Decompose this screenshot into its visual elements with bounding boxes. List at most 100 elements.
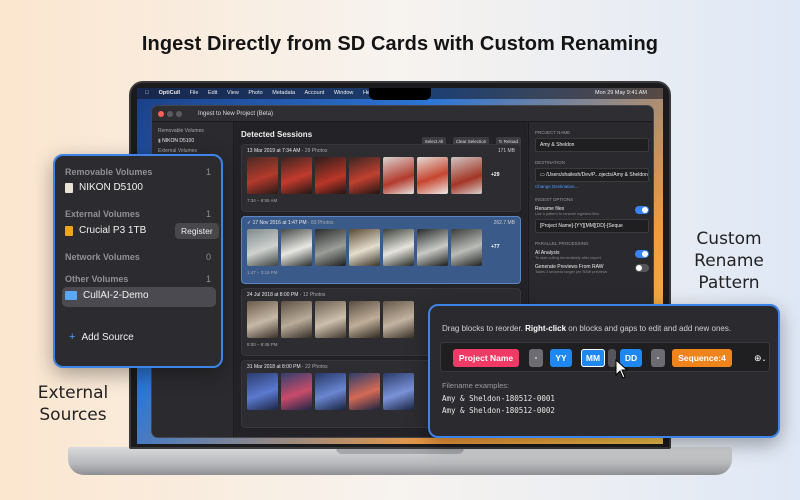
session-count: 29 Photos [304, 148, 328, 154]
ai-analysis-toggle[interactable] [635, 250, 649, 258]
photo-thumbnail[interactable] [281, 373, 312, 410]
filename-examples-label: Filename examples: [442, 381, 510, 390]
custom-rename-callout: Custom Rename Pattern [694, 229, 764, 293]
photo-thumbnail[interactable] [247, 157, 278, 194]
minimize-window-button[interactable] [167, 111, 173, 117]
network-volumes-count: 0 [205, 252, 211, 262]
add-source-button[interactable]: + Add Source [69, 331, 134, 343]
generate-previews-option: Generate Previews From RAW Takes 3 secon… [535, 264, 649, 274]
camera-notch [369, 88, 431, 100]
menu-file[interactable]: File [190, 90, 199, 96]
register-button[interactable]: Register [175, 223, 219, 239]
rename-pattern-field[interactable]: [Project Name]-[YY][MM][DD]-[Seque [535, 219, 649, 233]
photo-thumbnail[interactable] [281, 157, 312, 194]
ingest-options-label: Ingest Options [535, 197, 574, 202]
source-item-crucial[interactable]: Crucial P3 1TB [65, 225, 146, 236]
menu-window[interactable]: Window [334, 90, 354, 96]
ai-analysis-option: AI Analysis To start culling immediately… [535, 250, 649, 260]
photo-thumbnail[interactable] [349, 301, 380, 338]
photo-thumbnail[interactable] [315, 301, 346, 338]
plus-circle-icon: ⊕ [754, 353, 762, 363]
sources-panel: Removable Volumes 1 NIKON D5100 External… [53, 154, 223, 368]
session-date: 24 Jul 2018 at 8:00 PM [247, 292, 299, 298]
photo-thumbnail[interactable] [383, 373, 414, 410]
session-date: 17 Nov 2016 at 1:47 PM [252, 220, 307, 226]
more-photos-badge: +29 [491, 172, 500, 178]
generate-previews-sub: Takes 3 seconds longer per RAW previews [535, 270, 608, 274]
content-title: Detected Sessions [241, 130, 313, 139]
sd-card-icon [65, 182, 73, 193]
source-item-label: NIKON D5100 [79, 182, 143, 193]
close-window-button[interactable] [158, 111, 164, 117]
session-count: 83 Photos [310, 220, 334, 226]
rename-blocks-bar[interactable]: Project Name - YY MM DD - Sequence:4 ⊕⌄ [440, 342, 770, 372]
block-mm[interactable]: MM [581, 349, 605, 367]
photo-thumbnail[interactable] [349, 373, 380, 410]
filename-example: Amy & Sheldon-180512-0001 [442, 394, 555, 403]
session-thumbnails [247, 229, 482, 266]
photo-thumbnail[interactable] [281, 301, 312, 338]
network-volumes-header: Network Volumes [65, 252, 140, 262]
session-card-selected[interactable]: ✓ 17 Nov 2016 at 1:47 PM · 83 Photos 262… [241, 216, 521, 284]
apple-icon[interactable]:  [145, 90, 149, 96]
rename-files-sub: Use a pattern to rename ingested files [535, 212, 600, 216]
photo-thumbnail[interactable] [281, 229, 312, 266]
rename-files-toggle[interactable] [635, 206, 649, 214]
project-name-label: Project Name [535, 130, 571, 135]
session-size: 171 MB [497, 148, 515, 154]
block-sequence[interactable]: Sequence:4 [672, 349, 732, 367]
block-project-name[interactable]: Project Name [453, 349, 519, 367]
photo-thumbnail[interactable] [247, 373, 278, 410]
session-time-range: 1:47 – 3:16 PM [247, 270, 278, 275]
plus-icon: + [69, 331, 76, 343]
photo-thumbnail[interactable] [315, 373, 346, 410]
session-time-range: 7:34 – 8:55 AM [247, 198, 278, 203]
rename-files-option: Rename files Use a pattern to rename ing… [535, 206, 649, 216]
session-count: 22 Photos [305, 364, 328, 370]
session-card[interactable]: 13 Mar 2019 at 7:34 AM · 29 Photos 171 M… [241, 144, 521, 212]
menu-view[interactable]: View [227, 90, 239, 96]
photo-thumbnail[interactable] [247, 301, 278, 338]
photo-thumbnail[interactable] [247, 229, 278, 266]
photo-thumbnail[interactable] [315, 157, 346, 194]
rename-pattern-panel: Drag blocks to reorder. Right-click on b… [428, 304, 780, 438]
session-date: 13 Mar 2019 at 7:34 AM [247, 148, 301, 154]
photo-thumbnail[interactable] [383, 301, 414, 338]
menu-edit[interactable]: Edit [208, 90, 217, 96]
session-thumbnails [247, 157, 482, 194]
photo-thumbnail[interactable] [417, 157, 448, 194]
menubar-clock: Mon 29 May 9:41 AM [595, 90, 647, 96]
source-item-cullai-demo[interactable]: CullAI-2-Demo [65, 290, 149, 301]
generate-previews-toggle[interactable] [635, 264, 649, 272]
menu-metadata[interactable]: Metadata [272, 90, 295, 96]
change-destination-link[interactable]: Change Destination... [535, 184, 649, 189]
photo-thumbnail[interactable] [349, 229, 380, 266]
photo-thumbnail[interactable] [383, 157, 414, 194]
mouse-pointer-icon [615, 359, 629, 379]
window-title: Ingest to New Project (Beta) [198, 111, 274, 117]
menu-photo[interactable]: Photo [248, 90, 262, 96]
destination-label: Destination [535, 160, 565, 165]
photo-thumbnail[interactable] [315, 229, 346, 266]
add-block-button[interactable]: ⊕⌄ [754, 353, 780, 364]
block-separator[interactable]: - [529, 349, 543, 367]
photo-thumbnail[interactable] [383, 229, 414, 266]
ai-analysis-sub: To start culling immediately after impor… [535, 256, 601, 260]
menubar-app-name[interactable]: OptiCull [159, 90, 180, 96]
block-yy[interactable]: YY [550, 349, 572, 367]
menu-account[interactable]: Account [304, 90, 324, 96]
photo-thumbnail[interactable] [417, 229, 448, 266]
source-item-label: Crucial P3 1TB [79, 225, 147, 236]
sidebar-device[interactable]: ▮ NIKON D5100 [158, 138, 227, 144]
photo-thumbnail[interactable] [451, 229, 482, 266]
project-name-field[interactable]: Amy & Sheldon [535, 138, 649, 152]
removable-volumes-header: Removable Volumes [65, 167, 153, 177]
source-item-nikon[interactable]: NIKON D5100 [65, 182, 143, 193]
photo-thumbnail[interactable] [451, 157, 482, 194]
photo-thumbnail[interactable] [349, 157, 380, 194]
zoom-window-button[interactable] [176, 111, 182, 117]
session-time-range: 8:00 – 8:45 PM [247, 342, 278, 347]
source-item-label: CullAI-2-Demo [83, 290, 149, 301]
session-count: 12 Photos [302, 292, 326, 298]
block-separator[interactable]: - [651, 349, 665, 367]
